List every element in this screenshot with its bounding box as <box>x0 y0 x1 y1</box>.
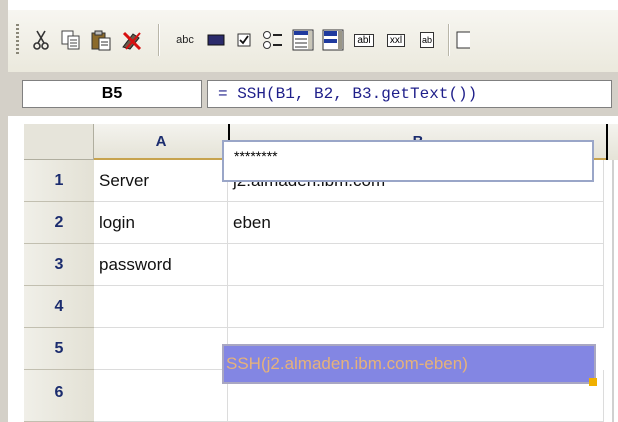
copy-icon <box>61 30 80 50</box>
row-header-6[interactable]: 6 <box>24 370 94 422</box>
button-tool-icon <box>207 34 225 46</box>
paste-icon <box>91 30 111 51</box>
list-box-tool-button[interactable] <box>290 28 316 52</box>
spreadsheet-window: abc abl xxl ab B5 = SSH(B1, B2, B3.getTe… <box>0 0 618 422</box>
grid-right-border <box>612 160 614 422</box>
toolbar-separator <box>158 24 160 56</box>
toolbar-separator <box>448 24 450 56</box>
toolbar-grip[interactable] <box>16 24 19 54</box>
checkbox-tool-button[interactable] <box>232 28 256 52</box>
label-tool-button[interactable]: abc <box>170 28 200 52</box>
cell-b5-selected[interactable]: SSH(j2.almaden.ibm.com-eben) <box>222 344 596 384</box>
combo-box-tool-icon <box>322 29 344 51</box>
text-field-tool-button[interactable]: abl <box>350 28 378 52</box>
cell-a2[interactable]: login <box>94 202 228 244</box>
cell-b3[interactable] <box>228 244 604 286</box>
checkbox-tool-icon <box>237 33 251 47</box>
row-header-1[interactable]: 1 <box>24 160 94 202</box>
cell-a1[interactable]: Server <box>94 160 228 202</box>
row-header-4[interactable]: 4 <box>24 286 94 328</box>
copy-button[interactable] <box>58 28 84 52</box>
cell-a5[interactable] <box>94 328 228 370</box>
more-tools-icon <box>456 31 470 49</box>
password-field-tool-icon: xxl <box>386 33 406 47</box>
cut-icon <box>33 30 49 50</box>
select-all-corner[interactable] <box>24 124 94 160</box>
radio-list-tool-icon <box>263 31 282 49</box>
label-tool-icon: abc <box>176 34 194 46</box>
cell-a4[interactable] <box>94 286 228 328</box>
cell-a3[interactable]: password <box>94 244 228 286</box>
toolbar: abc abl xxl ab <box>8 10 618 73</box>
formula-bar: B5 = SSH(B1, B2, B3.getText()) <box>8 72 618 116</box>
list-box-tool-icon <box>292 29 314 51</box>
text-field-tool-icon: abl <box>354 33 374 47</box>
combo-box-tool-button[interactable] <box>320 28 346 52</box>
clear-format-button[interactable] <box>118 28 146 52</box>
text-area-tool-icon: ab <box>419 32 434 48</box>
column-header-a[interactable]: A <box>94 124 228 160</box>
row-header-5[interactable]: 5 <box>24 328 94 370</box>
cell-reference-box[interactable]: B5 <box>22 80 202 108</box>
password-field-tool-button[interactable]: xxl <box>382 28 410 52</box>
row-header-3[interactable]: 3 <box>24 244 94 286</box>
cut-button[interactable] <box>28 28 54 52</box>
cell-b2[interactable]: eben <box>228 202 604 244</box>
button-tool-button[interactable] <box>204 28 228 52</box>
radio-list-tool-button[interactable] <box>260 28 286 52</box>
column-header-c[interactable] <box>608 124 618 160</box>
text-area-tool-button[interactable]: ab <box>414 28 440 52</box>
row-header-2[interactable]: 2 <box>24 202 94 244</box>
clear-format-icon <box>122 31 142 51</box>
cell-b4[interactable] <box>228 286 604 328</box>
formula-input[interactable]: = SSH(B1, B2, B3.getText()) <box>207 80 612 108</box>
fill-handle[interactable] <box>589 378 597 386</box>
more-tools-button[interactable] <box>456 28 476 52</box>
cell-a6[interactable] <box>94 370 228 422</box>
password-field-b3[interactable]: ******** <box>222 140 594 182</box>
paste-button[interactable] <box>88 28 114 52</box>
